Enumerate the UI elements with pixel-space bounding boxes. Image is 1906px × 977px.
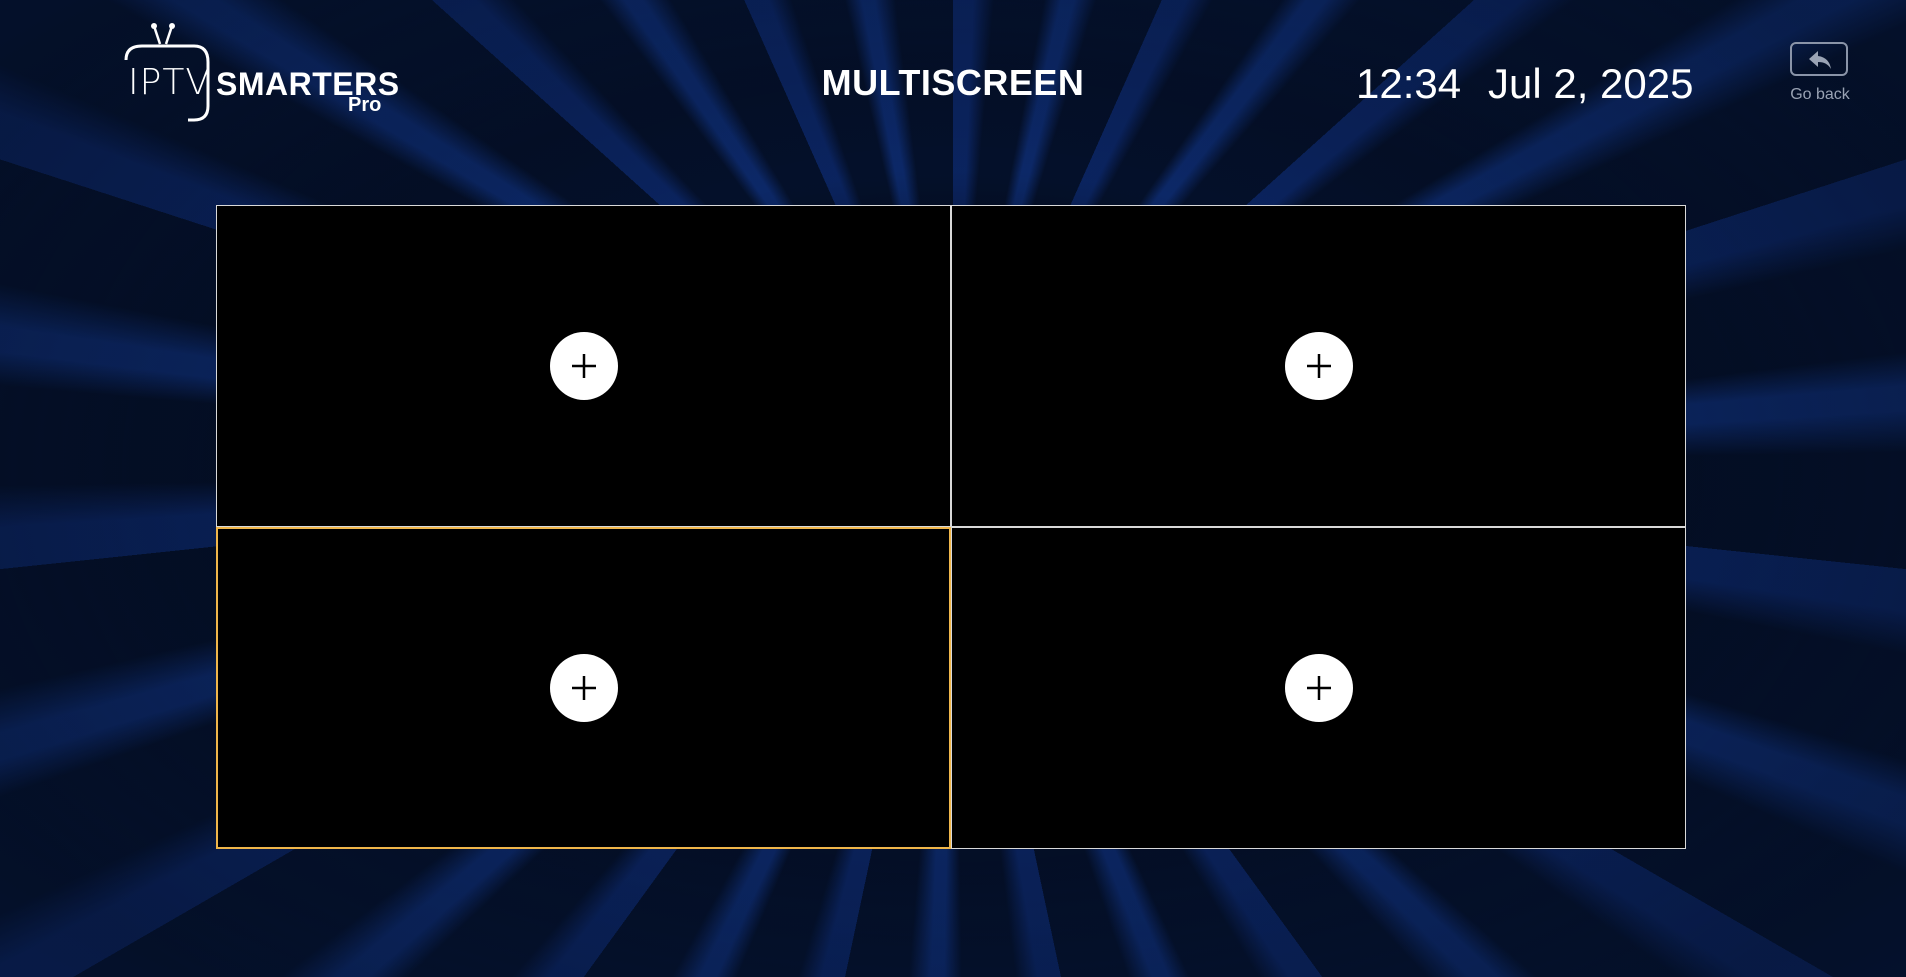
go-back-icon-frame[interactable]: [1790, 42, 1848, 76]
go-back-label: Go back: [1790, 86, 1850, 103]
screen-slot-1[interactable]: [216, 205, 951, 527]
add-channel-button[interactable]: [1284, 654, 1353, 722]
reply-arrow-icon: [1809, 51, 1831, 69]
screen-slot-3[interactable]: [216, 527, 951, 849]
screen-slot-4[interactable]: [951, 527, 1686, 849]
add-icon: [1306, 354, 1331, 378]
multiscreen-grid: [216, 205, 1686, 849]
clock-date: Jul 2, 2025: [1488, 60, 1694, 107]
go-back-button[interactable]: Go back: [1784, 42, 1856, 112]
add-icon: [571, 676, 596, 700]
add-channel-button[interactable]: [549, 332, 618, 400]
add-channel-button[interactable]: [1284, 332, 1353, 400]
clock-time: 12:34: [1356, 60, 1462, 107]
multiscreen-screen: IPTV SMARTERS Pro MULTISCREEN 12:34 Jul …: [0, 0, 1906, 977]
add-icon: [1306, 676, 1331, 700]
add-icon: [571, 354, 596, 378]
add-channel-button[interactable]: [549, 654, 618, 722]
screen-slot-2[interactable]: [951, 205, 1686, 527]
